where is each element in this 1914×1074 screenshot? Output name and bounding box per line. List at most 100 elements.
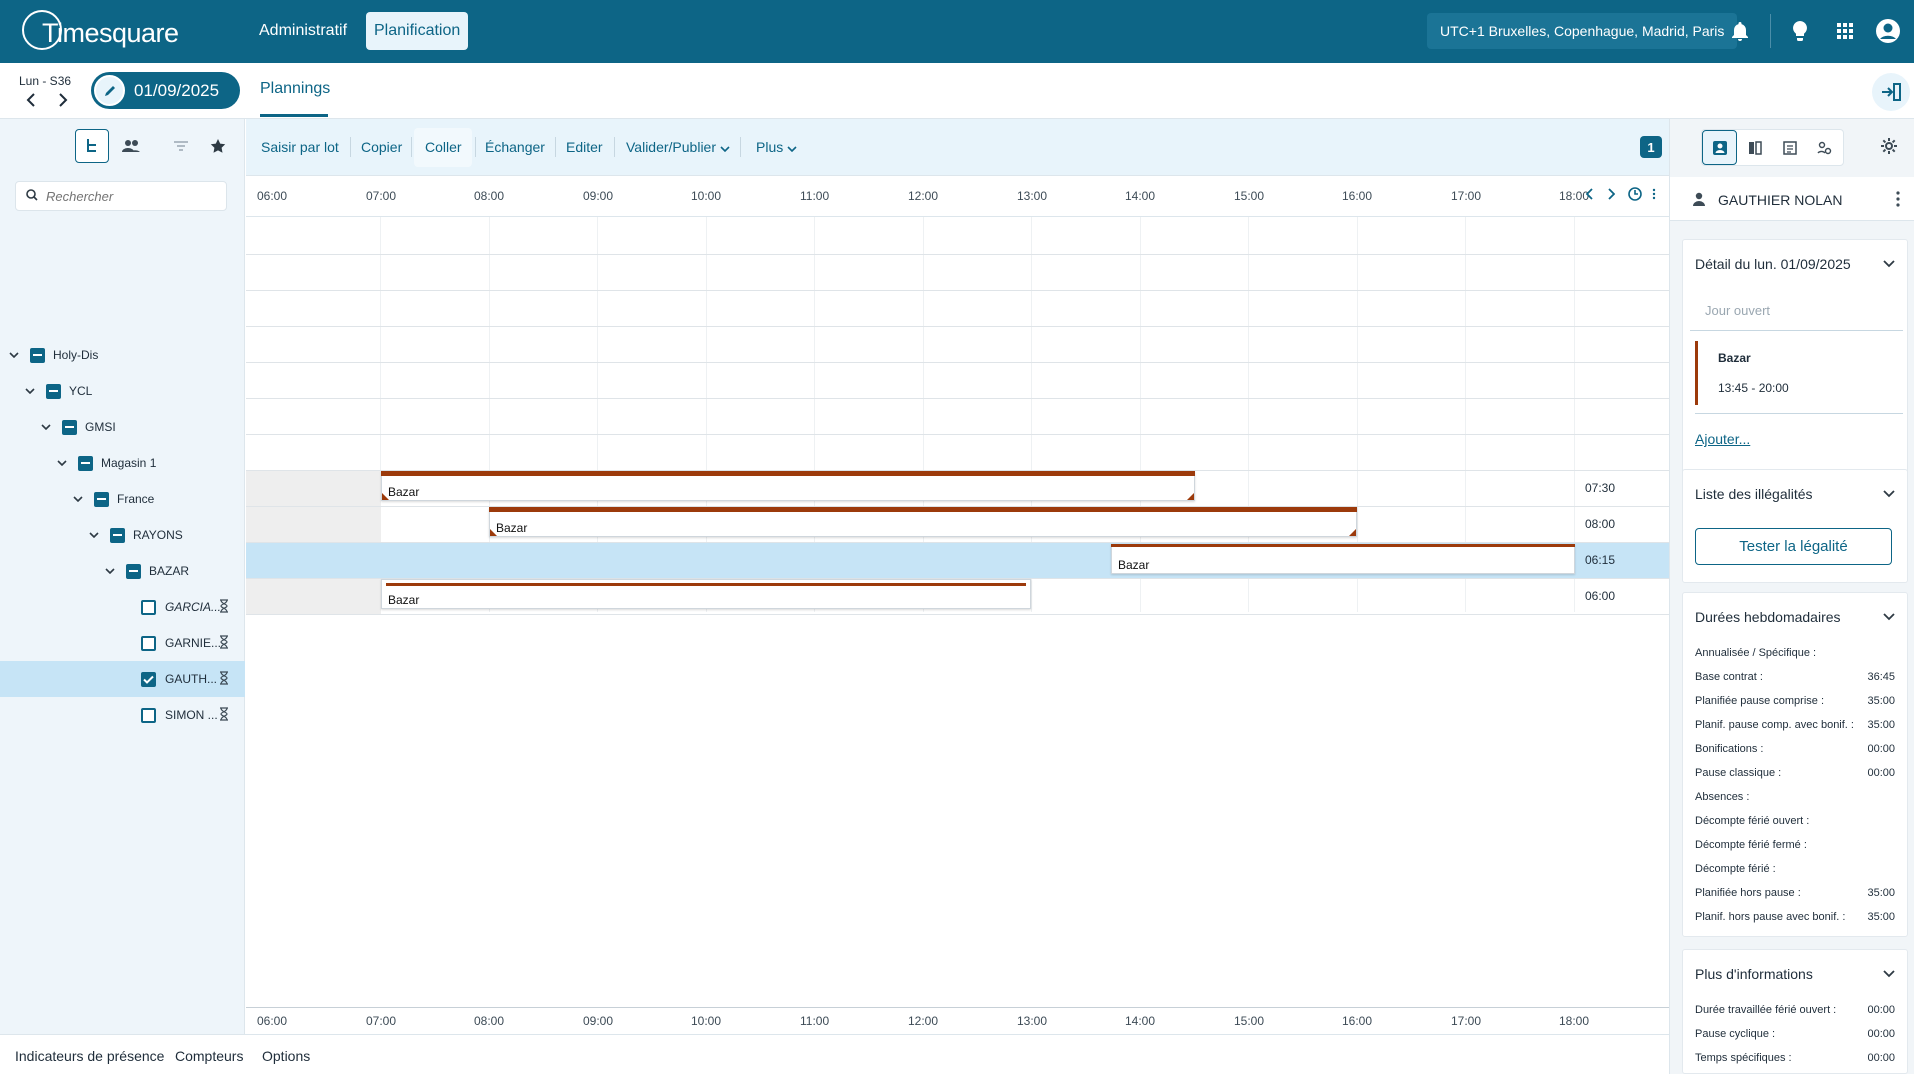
search-input[interactable]	[46, 188, 206, 204]
tree-node-holy-dis[interactable]: Holy-Dis	[0, 337, 245, 373]
date-picker[interactable]: 01/09/2025	[91, 72, 240, 109]
row-key: Planif. hors pause avec bonif. :	[1695, 911, 1846, 923]
partial-checkbox[interactable]	[62, 419, 77, 435]
valider-publier-dropdown[interactable]: Valider/Publier	[626, 139, 730, 155]
plus-dropdown[interactable]: Plus	[756, 139, 797, 155]
hour-label: 09:00	[583, 1014, 614, 1028]
chevron-down-icon[interactable]	[104, 565, 116, 577]
chevron-down-icon[interactable]	[1883, 609, 1895, 624]
partial-checkbox[interactable]	[30, 347, 45, 363]
chevron-down-icon[interactable]	[56, 457, 68, 469]
more-vertical-icon[interactable]	[1896, 191, 1900, 210]
previous-day-icon[interactable]	[26, 93, 36, 111]
shift-block[interactable]: Bazar	[381, 579, 1031, 609]
employee-checkbox[interactable]	[141, 707, 156, 723]
shift-bar	[386, 583, 1026, 586]
add-activity-link[interactable]: Ajouter...	[1695, 431, 1750, 447]
scroll-right-icon[interactable]	[1607, 188, 1616, 203]
employee-checkbox-checked[interactable]	[141, 671, 156, 687]
chevron-down-icon[interactable]	[24, 385, 36, 397]
next-day-icon[interactable]	[58, 93, 68, 111]
shift-block[interactable]: Bazar	[489, 507, 1357, 537]
row-key: Bonifications :	[1695, 743, 1764, 755]
nav-planification[interactable]: Planification	[366, 12, 469, 50]
employee-checkbox[interactable]	[141, 599, 156, 615]
chevron-down-icon[interactable]	[8, 349, 20, 361]
tree-employee-garnier[interactable]: GARNIE...	[0, 625, 245, 661]
tree-label: GMSI	[85, 420, 116, 434]
selection-count-badge[interactable]: 1	[1640, 136, 1662, 158]
settings-users-icon[interactable]	[1807, 130, 1842, 165]
tree-node-magasin-1[interactable]: Magasin 1	[0, 445, 245, 481]
shift-end-marker	[1349, 529, 1356, 536]
favorites-star-icon[interactable]	[201, 129, 235, 163]
chevron-down-icon[interactable]	[1883, 486, 1895, 501]
more-vertical-icon[interactable]	[1652, 188, 1656, 203]
chevron-down-icon[interactable]	[88, 529, 100, 541]
saisir-par-lot-button[interactable]: Saisir par lot	[261, 139, 339, 155]
tab-compteurs[interactable]: Compteurs	[175, 1048, 243, 1064]
bottom-tabs: Indicateurs de présence Compteurs Option…	[0, 1034, 1669, 1074]
row-value: 35:00	[1867, 695, 1895, 707]
tab-options[interactable]: Options	[262, 1048, 310, 1064]
planning-grid[interactable]: Bazar 07:30 Bazar 08:00 Bazar 06:15 Baza…	[246, 217, 1669, 1007]
tree-node-gmsi[interactable]: GMSI	[0, 409, 245, 445]
lightbulb-icon[interactable]	[1787, 18, 1813, 44]
partial-checkbox[interactable]	[110, 527, 125, 543]
tree-node-bazar[interactable]: BAZAR	[0, 553, 245, 589]
tree-employee-garcia[interactable]: GARCIA...	[0, 589, 245, 625]
partial-checkbox[interactable]	[78, 455, 93, 471]
partial-checkbox[interactable]	[126, 563, 141, 579]
timezone-selector[interactable]: UTC+1 Bruxelles, Copenhague, Madrid, Par…	[1427, 13, 1738, 49]
nav-administratif[interactable]: Administratif	[251, 12, 355, 50]
partial-checkbox[interactable]	[46, 383, 61, 399]
scroll-left-icon[interactable]	[1585, 188, 1594, 203]
echanger-button[interactable]: Échanger	[485, 139, 545, 155]
copier-button[interactable]: Copier	[361, 139, 402, 155]
row-value: 00:00	[1867, 1004, 1895, 1016]
apps-grid-icon[interactable]	[1832, 18, 1858, 44]
chevron-down-icon[interactable]	[1883, 256, 1895, 271]
collapse-panel-button[interactable]	[1872, 73, 1910, 111]
account-icon[interactable]	[1875, 18, 1901, 44]
hour-label: 07:00	[366, 189, 397, 203]
people-icon[interactable]	[114, 129, 148, 163]
chevron-down-icon[interactable]	[1883, 966, 1895, 981]
hour-label: 16:00	[1342, 1014, 1373, 1028]
edit-pencil-icon[interactable]	[94, 75, 125, 106]
weekly-row: Planif. pause comp. avec bonif. : 35:00	[1695, 719, 1895, 731]
employee-card-icon[interactable]	[1702, 130, 1737, 165]
tree-view-icon[interactable]	[75, 129, 109, 163]
chevron-down-icon[interactable]	[72, 493, 84, 505]
row-key: Pause classique :	[1695, 767, 1782, 779]
test-legality-button[interactable]: Tester la légalité	[1695, 528, 1892, 565]
bell-icon[interactable]	[1727, 18, 1753, 44]
employee-checkbox[interactable]	[141, 635, 156, 651]
partial-checkbox[interactable]	[94, 491, 109, 507]
editer-button[interactable]: Editer	[566, 139, 603, 155]
shift-total: 06:00	[1585, 589, 1616, 603]
tree-node-france[interactable]: France	[0, 481, 245, 517]
coller-button[interactable]: Coller	[425, 139, 462, 155]
tab-indicateurs-presence[interactable]: Indicateurs de présence	[15, 1048, 164, 1064]
row-value: 36:45	[1867, 671, 1895, 683]
clock-icon[interactable]	[1628, 187, 1642, 204]
compare-icon[interactable]	[1737, 130, 1772, 165]
gear-icon[interactable]	[1880, 137, 1898, 158]
tree-employee-gauthier[interactable]: GAUTH...	[0, 661, 245, 697]
top-navigation-bar: Timesquare Administratif Planification U…	[0, 0, 1914, 63]
shift-block[interactable]: Bazar	[381, 471, 1195, 501]
filter-icon[interactable]	[164, 129, 198, 163]
tab-plannings[interactable]: Plannings	[260, 80, 330, 98]
document-icon[interactable]	[1772, 130, 1807, 165]
search-box[interactable]	[15, 181, 227, 211]
shift-block[interactable]: Bazar	[1111, 544, 1575, 574]
tree-node-ycl[interactable]: YCL	[0, 373, 245, 409]
weekly-durations-card: Durées hebdomadaires Annualisée / Spécif…	[1682, 592, 1908, 937]
week-label: Lun - S36	[19, 74, 72, 88]
hour-label: 06:00	[257, 189, 288, 203]
tree-node-rayons[interactable]: RAYONS	[0, 517, 245, 553]
tree-employee-simon[interactable]: SIMON ...	[0, 697, 245, 733]
hour-label: 07:00	[366, 1014, 397, 1028]
chevron-down-icon[interactable]	[40, 421, 52, 433]
